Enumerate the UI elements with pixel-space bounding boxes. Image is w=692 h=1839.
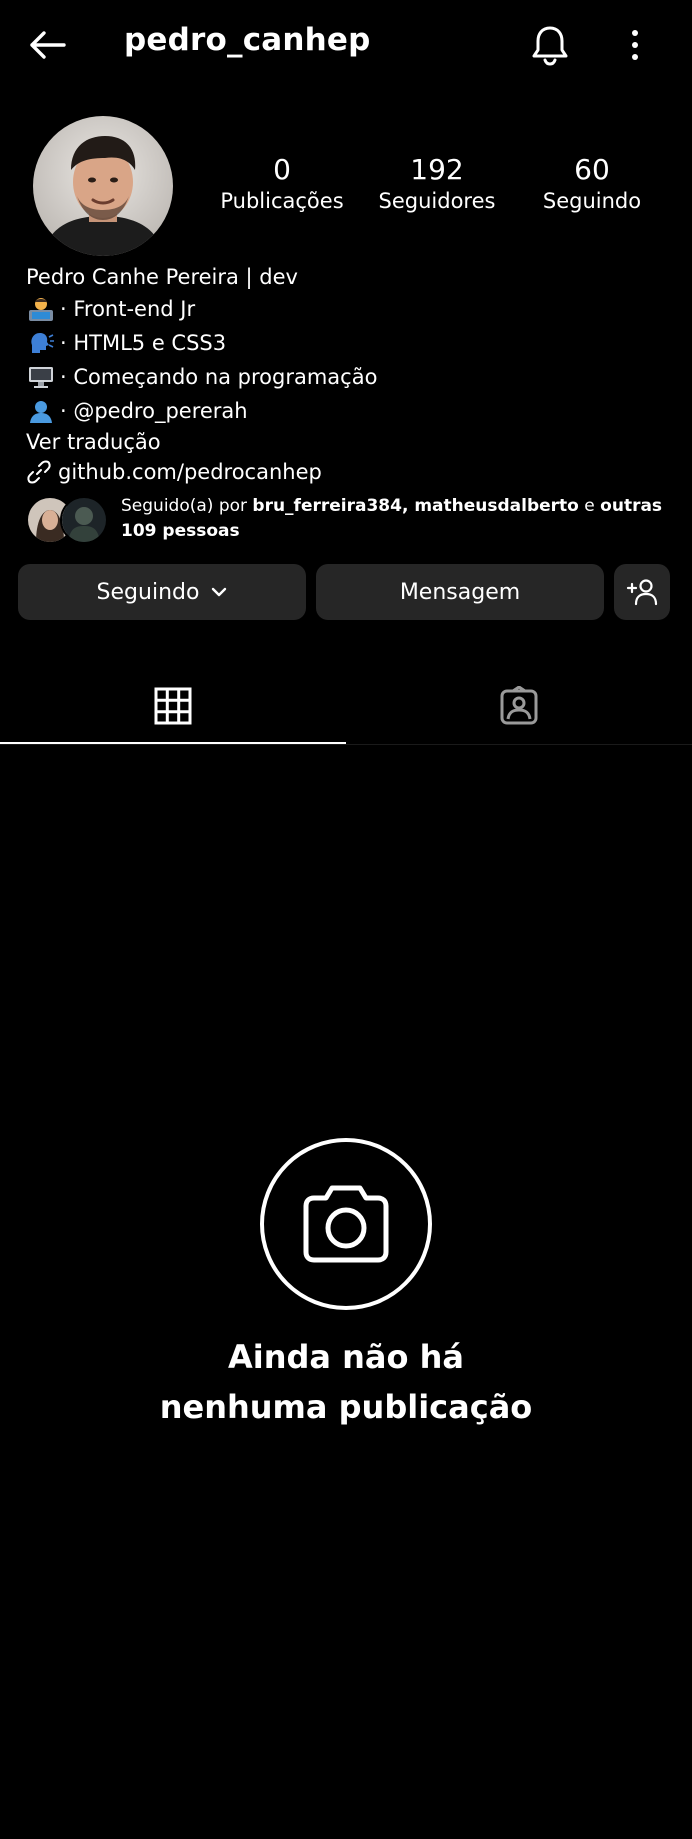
tab-posts-grid[interactable]	[0, 668, 346, 744]
empty-message-line-1: Ainda não há	[227, 1338, 465, 1376]
bio-line-text: · Começando na programação	[60, 365, 378, 389]
speaking-head-emoji	[26, 330, 56, 356]
empty-posts-message: Ainda não há nenhuma publicação	[0, 1332, 692, 1432]
profile-website-text: github.com/pedrocanhep	[58, 460, 322, 484]
profile-avatar[interactable]	[33, 116, 173, 256]
mutual-followers-text: Seguido(a) por bru_ferreira384, matheusd…	[121, 494, 681, 544]
profile-tabs	[0, 668, 692, 746]
bell-icon	[532, 26, 568, 66]
back-button[interactable]	[22, 24, 72, 66]
profile-website-link[interactable]: github.com/pedrocanhep	[26, 456, 666, 488]
mutual-user-2[interactable]: matheusdalberto	[414, 496, 579, 516]
following-button-label: Seguindo	[96, 579, 200, 605]
message-button-label: Mensagem	[399, 579, 521, 605]
tab-tagged[interactable]	[346, 668, 692, 744]
mutual-user-1[interactable]: bru_ferreira384	[252, 496, 402, 516]
more-options-button[interactable]	[620, 24, 650, 66]
tabs-divider	[0, 744, 692, 745]
bio-line-text: · @pedro_pererah	[60, 399, 248, 423]
bio-line: · HTML5 e CSS3	[26, 326, 666, 360]
see-translation-link[interactable]: Ver tradução	[26, 428, 666, 456]
empty-posts-state: Ainda não há nenhuma publicação	[0, 1138, 692, 1432]
empty-message-line-2: nenhuma publicação	[159, 1388, 533, 1426]
message-button[interactable]: Mensagem	[316, 564, 604, 620]
chevron-down-icon	[212, 587, 227, 597]
posts-count-label: Publicações	[220, 189, 344, 213]
desktop-computer-emoji	[26, 364, 56, 390]
following-count-label: Seguindo	[542, 189, 642, 213]
camera-icon	[303, 1185, 389, 1263]
mutual-followers-avatars	[26, 496, 108, 544]
notifications-button[interactable]	[528, 22, 572, 68]
mutual-followers[interactable]: Seguido(a) por bru_ferreira384, matheusd…	[26, 492, 666, 548]
suggested-users-button[interactable]	[614, 564, 670, 620]
mutual-separator: ,	[401, 496, 415, 516]
more-vertical-icon	[632, 30, 638, 60]
followers-count-label: Seguidores	[378, 189, 496, 213]
following-button[interactable]: Seguindo	[18, 564, 306, 620]
grid-icon	[154, 687, 192, 725]
technologist-emoji	[26, 296, 56, 322]
following-count-value: 60	[574, 153, 610, 186]
bio-line: · @pedro_pererah	[26, 394, 666, 428]
profile-actions: Seguindo Mensagem	[0, 564, 692, 620]
following-count[interactable]: 60 Seguindo	[517, 153, 667, 215]
tagged-user-icon	[500, 686, 538, 725]
posts-count: 0 Publicações	[207, 153, 357, 215]
followers-count[interactable]: 192 Seguidores	[362, 153, 512, 215]
mutual-conjunction: e	[578, 496, 601, 516]
mutual-prefix: Seguido(a) por	[121, 496, 253, 516]
mutual-follower-avatar	[60, 496, 108, 544]
link-icon	[27, 460, 51, 484]
bio-line-text: · HTML5 e CSS3	[60, 331, 227, 355]
back-arrow-icon	[30, 31, 66, 59]
posts-count-value: 0	[273, 153, 291, 186]
bio-line-text: · Front-end Jr	[60, 297, 196, 321]
followers-count-value: 192	[410, 153, 464, 186]
bio-line: · Front-end Jr	[26, 292, 666, 326]
profile-username: pedro_canhep	[124, 22, 371, 58]
bust-silhouette-emoji	[26, 398, 56, 424]
profile-full-name: Pedro Canhe Pereira | dev	[26, 265, 298, 289]
bio-line: · Começando na programação	[26, 360, 666, 394]
add-user-icon	[626, 579, 658, 606]
top-bar: pedro_canhep	[0, 0, 692, 90]
camera-circle	[260, 1138, 432, 1310]
profile-bio: Pedro Canhe Pereira | dev · Front-end Jr…	[26, 262, 666, 488]
